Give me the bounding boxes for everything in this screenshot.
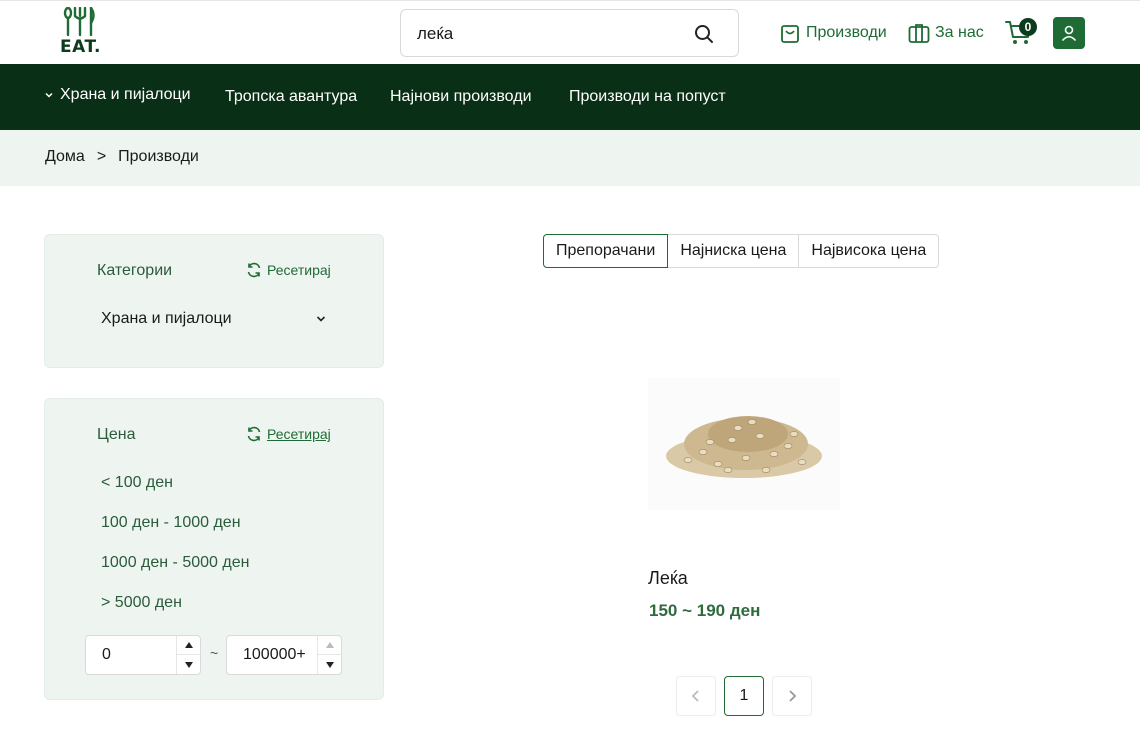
sort-tab-highest-price[interactable]: Највисока цена — [798, 234, 940, 268]
product-image[interactable] — [648, 378, 840, 510]
category-newest[interactable]: Најнови производи — [390, 64, 532, 130]
price-range-separator: ~ — [210, 645, 219, 661]
fork-knife-spoon-icon — [63, 6, 95, 37]
price-option[interactable]: > 5000 ден — [101, 594, 182, 612]
refresh-icon — [247, 262, 261, 278]
price-max-value: 100000+ — [243, 646, 306, 663]
search-icon[interactable] — [694, 24, 714, 44]
building-icon — [908, 24, 930, 43]
shopping-bag-icon — [781, 25, 799, 43]
search-input[interactable] — [417, 20, 677, 48]
category-reset-button[interactable]: Ресетирај — [246, 262, 331, 278]
nav-products-label: Производи — [806, 24, 887, 41]
category-select[interactable]: Храна и пијалоци — [97, 305, 327, 333]
nav-about-link[interactable]: За нас — [908, 21, 984, 45]
price-min-input[interactable]: 0 — [85, 635, 201, 675]
category-label: Најнови производи — [390, 88, 532, 105]
reset-label: Ресетирај — [267, 426, 331, 442]
category-label: Производи на попуст — [569, 88, 726, 105]
logo[interactable]: EAT. — [60, 6, 101, 59]
caret-up-icon — [185, 642, 193, 648]
product-name[interactable]: Леќа — [648, 568, 688, 589]
category-bar: Храна и пијалоци Тропска авантура Најнов… — [0, 64, 1140, 130]
category-discounts[interactable]: Производи на попуст — [569, 64, 726, 130]
cart-count-badge: 0 — [1019, 18, 1037, 36]
breadcrumb-current: Производи — [118, 148, 199, 165]
caret-up-icon — [326, 642, 334, 648]
price-option[interactable]: 1000 ден - 5000 ден — [101, 554, 249, 572]
nav-products-link[interactable]: Производи — [779, 21, 887, 45]
price-option[interactable]: < 100 ден — [101, 474, 173, 492]
increment-button[interactable] — [177, 636, 201, 655]
chevron-down-icon — [316, 316, 326, 322]
category-filter-title: Категории — [97, 262, 173, 279]
sort-tab-lowest-price[interactable]: Најниска цена — [667, 234, 800, 268]
price-filter-panel: Цена Ресетирај < 100 ден 100 ден - 1000 … — [44, 398, 384, 700]
increment-button[interactable] — [318, 636, 342, 655]
breadcrumb-home[interactable]: Дома — [45, 148, 85, 166]
chevron-down-icon — [45, 92, 53, 98]
top-header: EAT. Производи За нас 0 — [0, 0, 1140, 64]
price-min-stepper — [176, 636, 201, 674]
refresh-icon — [247, 426, 261, 442]
category-select-value: Храна и пијалоци — [101, 310, 232, 327]
product-price: 150 ~ 190 ден — [649, 601, 761, 620]
user-icon — [1061, 25, 1077, 42]
category-filter-panel: Категории Ресетирај Храна и пијалоци — [44, 234, 384, 368]
chevron-right-icon — [789, 690, 797, 702]
decrement-button[interactable] — [177, 655, 201, 674]
category-food-drinks[interactable]: Храна и пијалоци — [44, 62, 191, 128]
category-label: Тропска авантура — [225, 88, 358, 105]
breadcrumb: Дома > Производи — [45, 148, 199, 166]
breadcrumb-separator: > — [96, 148, 107, 165]
pagination-page-current[interactable]: 1 — [724, 676, 764, 716]
price-max-input[interactable]: 100000+ — [226, 635, 342, 675]
user-account-button[interactable] — [1053, 17, 1085, 49]
sort-tabs: Препорачани Најниска цена Највисока цена — [543, 234, 940, 268]
nav-about-label: За нас — [935, 24, 984, 41]
price-filter-title: Цена — [97, 426, 136, 443]
sort-tab-recommended[interactable]: Препорачани — [543, 234, 669, 268]
pagination-prev-button[interactable] — [676, 676, 716, 716]
chevron-left-icon — [691, 690, 699, 702]
product-card[interactable]: Леќа 150 ~ 190 ден — [648, 370, 840, 630]
decrement-button[interactable] — [318, 655, 342, 674]
price-min-value: 0 — [102, 646, 111, 663]
price-reset-button[interactable]: Ресетирај — [246, 426, 331, 442]
logo-text: EAT. — [60, 37, 101, 57]
category-label: Храна и пијалоци — [60, 86, 191, 103]
price-max-stepper — [317, 636, 342, 674]
caret-down-icon — [185, 661, 193, 668]
pagination-next-button[interactable] — [772, 676, 812, 716]
reset-label: Ресетирај — [267, 262, 331, 278]
category-tropical[interactable]: Тропска авантура — [225, 64, 357, 130]
search-box — [400, 9, 739, 57]
caret-down-icon — [326, 661, 334, 668]
breadcrumb-bar: Дома > Производи — [0, 130, 1140, 186]
price-option[interactable]: 100 ден - 1000 ден — [101, 514, 241, 532]
